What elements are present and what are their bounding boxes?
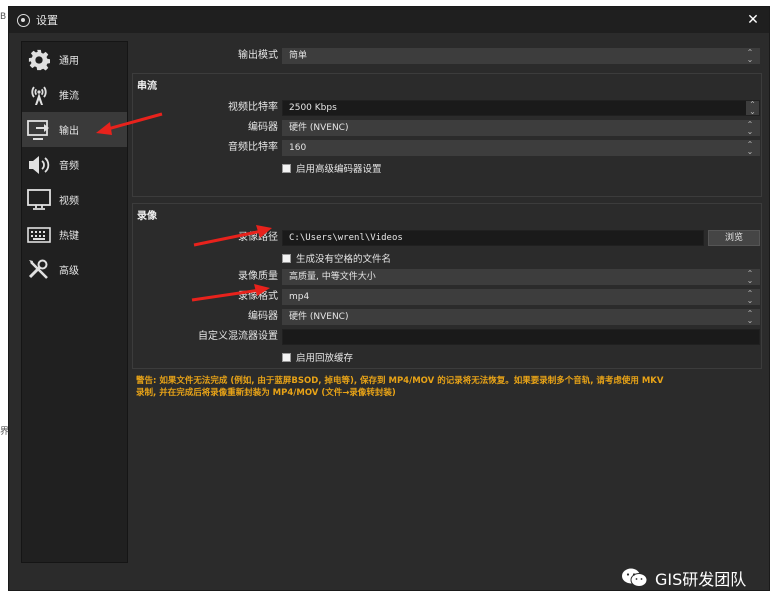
advanced-encoder-label: 启用高级编码器设置	[296, 164, 382, 175]
stream-encoder-value: 硬件 (NVENC)	[289, 123, 349, 133]
window-title: 设置	[36, 14, 58, 27]
close-button[interactable]: ✕	[743, 10, 763, 30]
no-space-row: 生成没有空格的文件名	[282, 251, 391, 265]
sidebar-item-audio[interactable]: 音频	[22, 147, 127, 182]
gear-icon	[26, 48, 52, 72]
output-mode-label: 输出模式	[238, 50, 278, 61]
warning-line-1: 警告: 如果文件无法完成 (例如, 由于蓝屏BSOD, 掉电等), 保存到 MP…	[136, 376, 664, 386]
recording-group-title: 录像	[137, 211, 157, 222]
recording-encoder-label: 编码器	[248, 311, 278, 322]
no-space-label: 生成没有空格的文件名	[296, 254, 392, 265]
recording-group: 录像 录像路径 C:\Users\wrenl\Videos 浏览 生成没有空格的…	[132, 203, 762, 369]
sidebar-item-stream[interactable]: 推流	[22, 77, 127, 112]
sidebar-item-output[interactable]: 输出	[22, 112, 127, 147]
recording-format-label: 录像格式	[238, 291, 278, 302]
output-icon	[26, 118, 52, 142]
advanced-encoder-row: 启用高级编码器设置	[282, 161, 382, 175]
replay-buffer-row: 启用回放缓存	[282, 350, 353, 364]
updown-chevron-icon: ⌃ ⌄	[746, 48, 754, 64]
keyboard-icon	[26, 223, 52, 247]
audio-bitrate-label: 音频比特率	[228, 142, 278, 153]
no-space-checkbox[interactable]	[282, 253, 291, 263]
wechat-watermark: GIS研发团队	[621, 565, 771, 591]
recording-encoder-row: 编码器 硬件 (NVENC) ⌃ ⌄	[132, 309, 762, 325]
stream-encoder-row: 编码器 硬件 (NVENC) ⌃ ⌄	[132, 120, 762, 136]
updown-chevron-icon: ⌃ ⌄	[746, 120, 754, 136]
warning-message: 警告: 如果文件无法完成 (例如, 由于蓝屏BSOD, 掉电等), 保存到 MP…	[136, 375, 756, 399]
recording-format-value: mp4	[289, 292, 310, 302]
tools-icon	[26, 258, 52, 282]
video-bitrate-row: 视频比特率 2500 Kbps ⌃ ⌄	[132, 100, 762, 116]
settings-window: 设置 ✕ 通用 推流 输出 音频 视频 热键 高级 输出模式 简单 ⌃ ⌄ 串流…	[8, 6, 770, 591]
recording-path-row: 录像路径 C:\Users\wrenl\Videos 浏览	[132, 230, 762, 246]
output-mode-select[interactable]: 简单 ⌃ ⌄	[282, 48, 760, 64]
background-edge-char: 界	[0, 427, 10, 437]
replay-buffer-checkbox[interactable]	[282, 352, 291, 362]
updown-chevron-icon: ⌃ ⌄	[746, 289, 754, 305]
sidebar-item-advanced[interactable]: 高级	[22, 252, 127, 287]
browse-button[interactable]: 浏览	[708, 230, 760, 246]
title-bar[interactable]: 设置 ✕	[9, 7, 769, 33]
warning-line-2: 录制, 并在完成后将录像重新封装为 MP4/MOV (文件→录像转封装)	[136, 388, 396, 398]
streaming-group-title: 串流	[137, 81, 157, 92]
recording-quality-label: 录像质量	[238, 271, 278, 282]
audio-bitrate-value: 160	[289, 143, 307, 153]
sidebar-item-label: 通用	[59, 56, 79, 67]
audio-bitrate-row: 音频比特率 160 ⌃ ⌄	[132, 140, 762, 156]
recording-quality-row: 录像质量 高质量, 中等文件大小 ⌃ ⌄	[132, 269, 762, 285]
sidebar-item-video[interactable]: 视频	[22, 182, 127, 217]
output-mode-value: 简单	[289, 51, 308, 61]
updown-chevron-icon: ⌃ ⌄	[746, 269, 754, 285]
stream-encoder-label: 编码器	[248, 122, 278, 133]
updown-chevron-icon: ⌃ ⌄	[746, 309, 754, 325]
background-edge-letter: B	[0, 12, 7, 22]
recording-path-value: C:\Users\wrenl\Videos	[289, 233, 403, 243]
output-mode-row: 输出模式 简单 ⌃ ⌄	[132, 48, 762, 64]
output-settings-panel: 输出模式 简单 ⌃ ⌄ 串流 视频比特率 2500 Kbps ⌃ ⌄ 编码器 硬件 …	[132, 41, 762, 581]
sidebar-item-label: 输出	[59, 126, 79, 137]
video-bitrate-label: 视频比特率	[228, 102, 278, 113]
video-bitrate-value: 2500 Kbps	[289, 103, 337, 113]
recording-format-row: 录像格式 mp4 ⌃ ⌄	[132, 289, 762, 305]
advanced-encoder-checkbox[interactable]	[282, 163, 291, 173]
streaming-group: 串流 视频比特率 2500 Kbps ⌃ ⌄ 编码器 硬件 (NVENC) ⌃ ⌄ …	[132, 73, 762, 197]
replay-buffer-label: 启用回放缓存	[296, 353, 354, 364]
muxer-settings-input[interactable]	[282, 329, 760, 345]
wechat-icon	[622, 568, 648, 587]
speaker-icon	[26, 153, 52, 177]
sidebar-item-label: 高级	[59, 266, 79, 277]
sidebar-item-label: 推流	[59, 91, 79, 102]
spin-arrows-icon[interactable]: ⌃ ⌄	[746, 101, 759, 116]
watermark-text: GIS研发团队	[655, 570, 747, 589]
sidebar-item-general[interactable]: 通用	[22, 42, 127, 77]
recording-encoder-select[interactable]: 硬件 (NVENC) ⌃ ⌄	[282, 309, 760, 325]
sidebar-item-hotkeys[interactable]: 热键	[22, 217, 127, 252]
recording-quality-value: 高质量, 中等文件大小	[289, 272, 376, 282]
recording-path-label: 录像路径	[238, 232, 278, 243]
recording-encoder-value: 硬件 (NVENC)	[289, 312, 349, 322]
recording-quality-select[interactable]: 高质量, 中等文件大小 ⌃ ⌄	[282, 269, 760, 285]
sidebar-item-label: 热键	[59, 231, 79, 242]
video-bitrate-spinbox[interactable]: 2500 Kbps ⌃ ⌄	[282, 100, 760, 116]
broadcast-icon	[26, 83, 52, 107]
recording-format-select[interactable]: mp4 ⌃ ⌄	[282, 289, 760, 305]
recording-path-input[interactable]: C:\Users\wrenl\Videos	[282, 230, 704, 246]
monitor-icon	[26, 188, 52, 212]
settings-sidebar: 通用 推流 输出 音频 视频 热键 高级	[21, 41, 128, 563]
sidebar-item-label: 视频	[59, 196, 79, 207]
stream-encoder-select[interactable]: 硬件 (NVENC) ⌃ ⌄	[282, 120, 760, 136]
sidebar-item-label: 音频	[59, 161, 79, 172]
muxer-settings-label: 自定义混流器设置	[198, 331, 278, 342]
audio-bitrate-select[interactable]: 160 ⌃ ⌄	[282, 140, 760, 156]
muxer-settings-row: 自定义混流器设置	[132, 329, 762, 345]
obs-app-icon	[17, 13, 30, 27]
updown-chevron-icon: ⌃ ⌄	[746, 140, 754, 156]
